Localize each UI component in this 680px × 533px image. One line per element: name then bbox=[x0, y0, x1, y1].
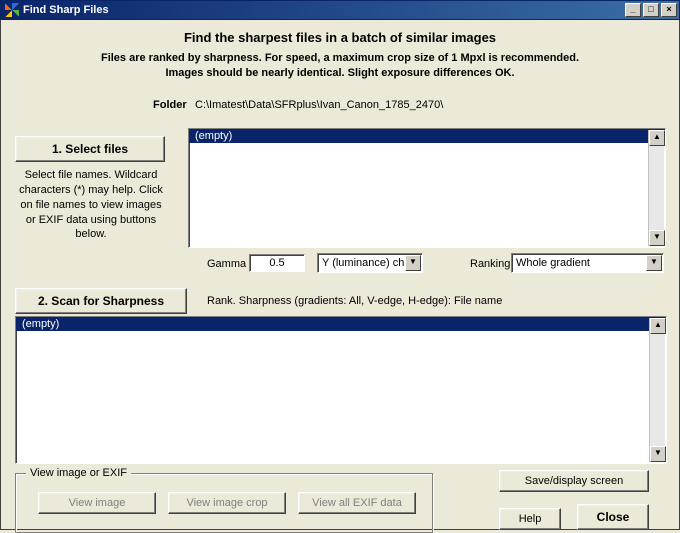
view-exif-button[interactable]: View all EXIF data bbox=[298, 492, 416, 514]
gamma-input[interactable] bbox=[249, 254, 305, 272]
gamma-label: Gamma bbox=[207, 258, 246, 270]
results-list-empty: (empty) bbox=[16, 317, 666, 331]
ranking-dropdown[interactable]: Whole gradient ▼ bbox=[511, 253, 664, 273]
save-display-button[interactable]: Save/display screen bbox=[499, 470, 649, 492]
ranking-selected: Whole gradient bbox=[516, 257, 590, 269]
files-scrollbar[interactable]: ▲ ▼ bbox=[648, 130, 664, 246]
subtext-line2: Images should be nearly identical. Sligh… bbox=[165, 67, 514, 79]
view-image-crop-button[interactable]: View image crop bbox=[168, 492, 286, 514]
maximize-button[interactable]: □ bbox=[643, 3, 659, 17]
scroll-down-icon[interactable]: ▼ bbox=[649, 230, 665, 246]
app-icon bbox=[5, 3, 19, 17]
chevron-down-icon[interactable]: ▼ bbox=[405, 255, 421, 271]
view-image-groupbox: View image or EXIF View image View image… bbox=[15, 473, 433, 533]
folder-label: Folder bbox=[153, 99, 187, 111]
scroll-down-icon[interactable]: ▼ bbox=[650, 446, 666, 462]
close-window-button[interactable]: × bbox=[661, 3, 677, 17]
client-area: Find the sharpest files in a batch of si… bbox=[0, 20, 680, 530]
channel-dropdown[interactable]: Y (luminance) chan. ▼ bbox=[317, 253, 423, 273]
files-list-empty: (empty) bbox=[189, 129, 665, 143]
scroll-up-icon[interactable]: ▲ bbox=[650, 318, 666, 334]
results-scrollbar[interactable]: ▲ ▼ bbox=[649, 318, 665, 462]
titlebar: Find Sharp Files _ □ × bbox=[0, 0, 680, 20]
page-subtext: Files are ranked by sharpness. For speed… bbox=[13, 51, 667, 81]
folder-path: C:\Imatest\Data\SFRplus\Ivan_Canon_1785_… bbox=[195, 99, 443, 111]
window-buttons: _ □ × bbox=[625, 3, 677, 17]
close-button[interactable]: Close bbox=[577, 504, 649, 530]
select-files-help: Select file names. Wildcard characters (… bbox=[19, 168, 163, 242]
chevron-down-icon[interactable]: ▼ bbox=[646, 255, 662, 271]
results-header: Rank. Sharpness (gradients: All, V-edge,… bbox=[207, 295, 502, 307]
files-listbox[interactable]: (empty) ▲ ▼ bbox=[188, 128, 666, 248]
window-title: Find Sharp Files bbox=[23, 4, 625, 16]
scan-sharpness-button[interactable]: 2. Scan for Sharpness bbox=[15, 288, 187, 314]
ranking-label: Ranking bbox=[470, 258, 510, 270]
results-listbox[interactable]: (empty) ▲ ▼ bbox=[15, 316, 667, 464]
select-files-button[interactable]: 1. Select files bbox=[15, 136, 165, 162]
scroll-up-icon[interactable]: ▲ bbox=[649, 130, 665, 146]
minimize-button[interactable]: _ bbox=[625, 3, 641, 17]
view-image-button[interactable]: View image bbox=[38, 492, 156, 514]
help-button[interactable]: Help bbox=[499, 508, 561, 530]
groupbox-legend: View image or EXIF bbox=[26, 467, 131, 479]
page-heading: Find the sharpest files in a batch of si… bbox=[13, 30, 667, 45]
subtext-line1: Files are ranked by sharpness. For speed… bbox=[101, 52, 579, 64]
